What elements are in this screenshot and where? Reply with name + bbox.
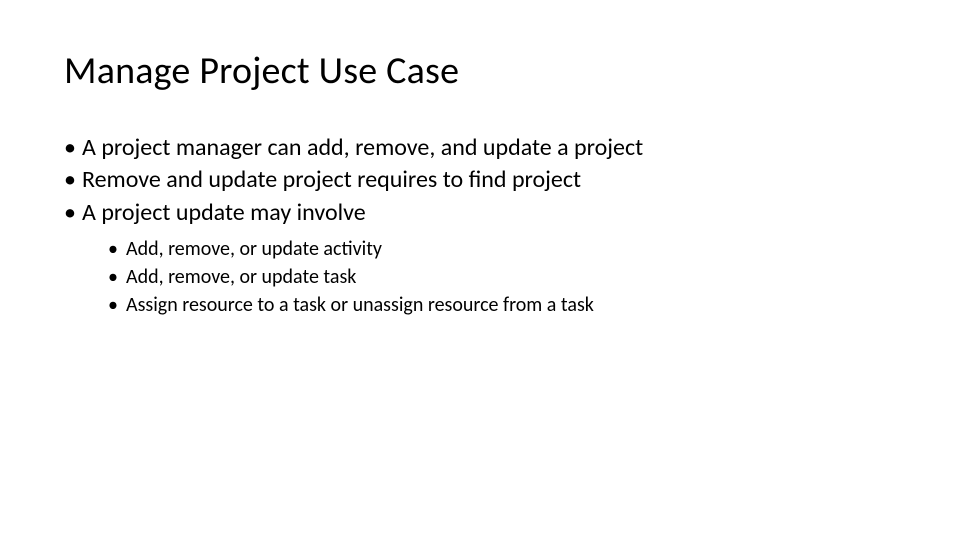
list-item: A project update may involve Add, remove… <box>64 197 896 319</box>
list-item: Remove and update project requires to fi… <box>64 164 896 196</box>
sub-bullet-text: Assign resource to a task or unassign re… <box>126 293 594 317</box>
list-item: Assign resource to a task or unassign re… <box>108 291 896 319</box>
bullet-text: Remove and update project requires to fi… <box>82 165 581 194</box>
bullet-text: A project update may involve <box>82 198 366 227</box>
slide-title: Manage Project Use Case <box>64 48 896 94</box>
sub-bullet-text: Add, remove, or update activity <box>126 237 382 261</box>
sub-bullet-list: Add, remove, or update activity Add, rem… <box>82 235 896 319</box>
sub-bullet-text: Add, remove, or update task <box>126 265 356 289</box>
list-item: Add, remove, or update activity <box>108 235 896 263</box>
list-item: Add, remove, or update task <box>108 263 896 291</box>
list-item: A project manager can add, remove, and u… <box>64 132 896 164</box>
main-bullet-list: A project manager can add, remove, and u… <box>64 132 896 319</box>
bullet-text: A project manager can add, remove, and u… <box>82 133 643 162</box>
